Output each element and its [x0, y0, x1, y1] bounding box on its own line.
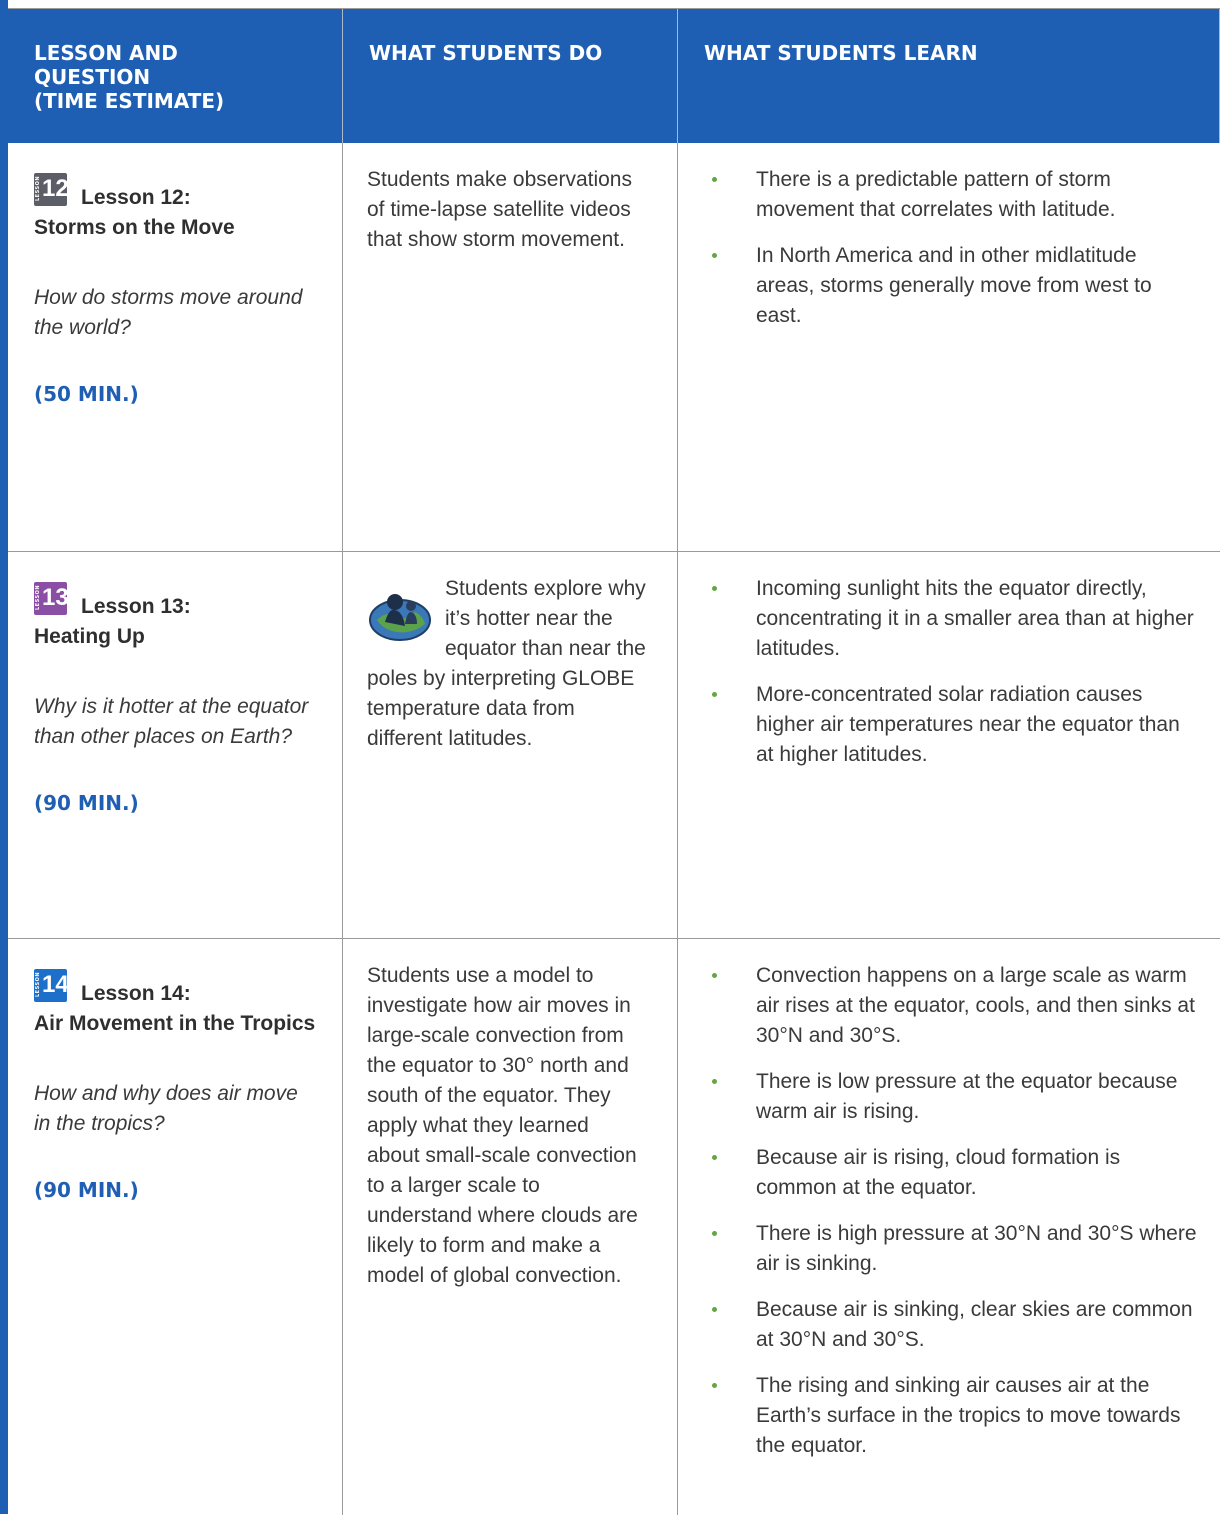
lesson-cell: LESSON 14 Lesson 14: Air Movement in the…: [8, 939, 343, 1515]
left-accent-bar: [0, 0, 8, 1514]
time-estimate: (50 MIN.): [34, 382, 139, 406]
lesson-question: Why is it hotter at the equator than oth…: [34, 695, 309, 748]
learn-item: There is a predictable pattern of storm …: [704, 165, 1200, 225]
lesson-cell: LESSON 13 Lesson 13: Heating Up Why is i…: [8, 552, 343, 939]
lesson-heading: LESSON 13 Lesson 13: Heating Up: [34, 582, 316, 652]
lesson-badge-icon: LESSON 14: [34, 969, 69, 1002]
learn-item: More-concentrated solar radiation causes…: [704, 680, 1200, 770]
learn-item: Because air is sinking, clear skies are …: [704, 1295, 1200, 1355]
badge-word: LESSON: [35, 972, 41, 998]
lesson-heading: LESSON 14 Lesson 14: Air Movement in the…: [34, 969, 316, 1039]
students-learn-cell: There is a predictable pattern of storm …: [678, 143, 1220, 552]
lesson-label: Lesson 13:: [81, 595, 191, 618]
header-what-students-learn: WHAT STUDENTS LEARN: [678, 9, 1220, 143]
learn-list: Incoming sunlight hits the equator direc…: [704, 574, 1200, 770]
lesson-title: Heating Up: [34, 625, 145, 648]
lesson-question: How do storms move around the world?: [34, 286, 303, 339]
lesson-heading: LESSON 12 Lesson 12: Storms on the Move: [34, 173, 316, 243]
learn-item: There is low pressure at the equator bec…: [704, 1067, 1200, 1127]
learn-item: In North America and in other midlatitud…: [704, 241, 1200, 331]
badge-word: LESSON: [35, 585, 41, 611]
learn-list: There is a predictable pattern of storm …: [704, 165, 1200, 331]
students-learn-cell: Convection happens on a large scale as w…: [678, 939, 1220, 1515]
lesson-title: Storms on the Move: [34, 216, 235, 239]
lesson-cell: LESSON 12 Lesson 12: Storms on the Move …: [8, 143, 343, 552]
header-line: QUESTION: [34, 65, 151, 89]
students-do-text: Students use a model to investigate how …: [367, 964, 638, 1287]
lesson-label: Lesson 12:: [81, 186, 191, 209]
learn-item: There is high pressure at 30°N and 30°S …: [704, 1219, 1200, 1279]
time-estimate: (90 MIN.): [34, 791, 139, 815]
learn-list: Convection happens on a large scale as w…: [704, 961, 1200, 1461]
time-estimate: (90 MIN.): [34, 1178, 139, 1202]
learn-item: Because air is rising, cloud formation i…: [704, 1143, 1200, 1203]
learn-item: The rising and sinking air causes air at…: [704, 1371, 1200, 1461]
header-what-students-do: WHAT STUDENTS DO: [343, 9, 678, 143]
students-do-cell: Students use a model to investigate how …: [343, 939, 678, 1515]
lesson-title: Air Movement in the Tropics: [34, 1012, 316, 1035]
globe-data-icon: [369, 594, 431, 641]
lesson-badge-icon: LESSON 12: [34, 173, 69, 206]
badge-word: LESSON: [35, 176, 41, 202]
header-line: (TIME ESTIMATE): [34, 89, 225, 113]
badge-number: 13: [42, 584, 69, 611]
lesson-question: How and why does air move in the tropics…: [34, 1082, 298, 1135]
lesson-table: LESSON AND QUESTION (TIME ESTIMATE) WHAT…: [8, 8, 1220, 1515]
students-do-cell: Students make observations of time-lapse…: [343, 143, 678, 552]
badge-number: 12: [42, 175, 69, 202]
learn-item: Convection happens on a large scale as w…: [704, 961, 1200, 1051]
page: LESSON AND QUESTION (TIME ESTIMATE) WHAT…: [0, 0, 1220, 1515]
lesson-badge-icon: LESSON 13: [34, 582, 69, 615]
lesson-label: Lesson 14:: [81, 982, 191, 1005]
students-learn-cell: Incoming sunlight hits the equator direc…: [678, 552, 1220, 939]
header-line: LESSON AND: [34, 41, 178, 65]
header-lesson-and-question: LESSON AND QUESTION (TIME ESTIMATE): [8, 9, 343, 143]
badge-number: 14: [42, 971, 69, 998]
students-do-cell: Students explore why it’s hotter near th…: [343, 552, 678, 939]
learn-item: Incoming sunlight hits the equator direc…: [704, 574, 1200, 664]
students-do-text: Students make observations of time-lapse…: [367, 168, 632, 251]
